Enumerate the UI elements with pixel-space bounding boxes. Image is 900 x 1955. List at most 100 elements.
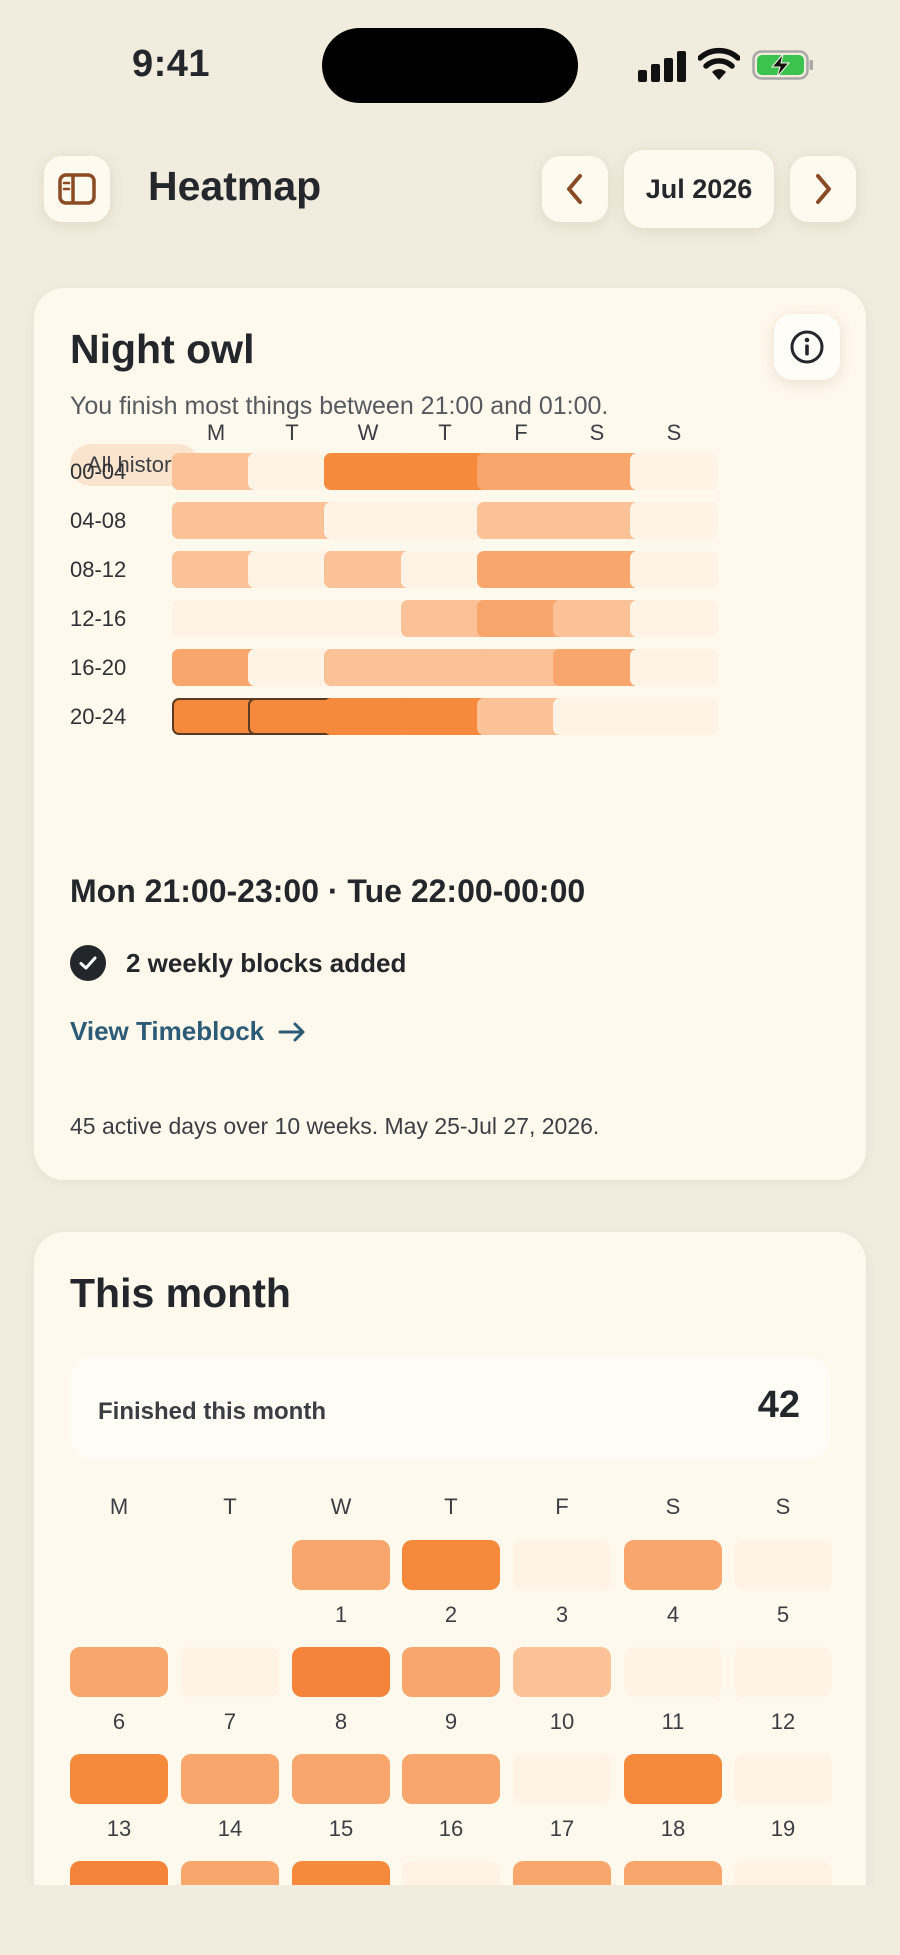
- heatmap-cell[interactable]: [553, 502, 641, 539]
- calendar-day-cell[interactable]: [292, 1540, 390, 1590]
- heatmap-cell[interactable]: [553, 698, 641, 735]
- heatmap-cell[interactable]: [248, 453, 336, 490]
- heatmap-row-label: 04-08: [70, 508, 127, 533]
- chevron-left-icon: [567, 174, 582, 204]
- heatmap-cell[interactable]: [630, 600, 718, 637]
- heatmap-cell[interactable]: [553, 551, 641, 588]
- calendar-day-header: S: [665, 1494, 681, 1519]
- heatmap-cell[interactable]: [553, 600, 641, 637]
- heatmap-cell[interactable]: [630, 551, 718, 588]
- checkmark-icon: [70, 945, 106, 981]
- calendar-day-cell[interactable]: [292, 1754, 390, 1804]
- heatmap-cell[interactable]: [248, 502, 336, 539]
- calendar-day-number: 2: [444, 1602, 458, 1627]
- heatmap-cell[interactable]: [477, 698, 565, 735]
- heatmap-cell[interactable]: [401, 453, 489, 490]
- heatmap-cell[interactable]: [553, 453, 641, 490]
- calendar-day-number: 5: [776, 1602, 790, 1627]
- heatmap-cell[interactable]: [248, 698, 336, 735]
- heatmap-row-label: 20-24: [70, 704, 127, 729]
- sidebar-toggle-button[interactable]: [44, 156, 110, 222]
- heatmap-cell[interactable]: [172, 453, 260, 490]
- calendar-day-cell[interactable]: [734, 1647, 832, 1697]
- heatmap-cell[interactable]: [248, 600, 336, 637]
- calendar-day-number: 11: [661, 1709, 685, 1734]
- heatmap-cell[interactable]: [553, 649, 641, 686]
- next-month-button[interactable]: [790, 156, 856, 222]
- finished-stat-value: 42: [757, 1384, 800, 1426]
- heatmap-cell[interactable]: [248, 551, 336, 588]
- heatmap-cell[interactable]: [324, 649, 412, 686]
- calendar-day-cell[interactable]: [624, 1540, 722, 1590]
- heatmap-cell[interactable]: [401, 551, 489, 588]
- calendar-day-number: 13: [106, 1816, 132, 1841]
- calendar-day-cell[interactable]: [402, 1754, 500, 1804]
- calendar-day-cell[interactable]: [70, 1647, 168, 1697]
- heatmap-cell[interactable]: [172, 698, 260, 735]
- heatmap-cell[interactable]: [324, 698, 412, 735]
- confirmation-row: 2 weekly blocks added: [70, 943, 406, 983]
- calendar-day-cell[interactable]: [624, 1647, 722, 1697]
- heatmap-cell[interactable]: [630, 453, 718, 490]
- heatmap-row-label: 08-12: [70, 557, 127, 582]
- heatmap-cell[interactable]: [477, 649, 565, 686]
- heatmap-cell[interactable]: [630, 649, 718, 686]
- calendar-day-cell[interactable]: [513, 1647, 611, 1697]
- month-selector[interactable]: Jul 2026: [624, 150, 774, 228]
- calendar-day-cell[interactable]: [402, 1647, 500, 1697]
- calendar-day-cell[interactable]: [734, 1540, 832, 1590]
- night-owl-title: Night owl: [70, 326, 255, 372]
- calendar-day-number: 19: [770, 1816, 796, 1841]
- calendar-day-cell[interactable]: [402, 1540, 500, 1590]
- calendar-day-cell[interactable]: [624, 1754, 722, 1804]
- heatmap-cell[interactable]: [172, 502, 260, 539]
- calendar-day-number: 14: [217, 1816, 243, 1841]
- heatmap-cell[interactable]: [477, 551, 565, 588]
- calendar-day-header: T: [444, 1494, 458, 1519]
- calendar-day-cell[interactable]: [70, 1754, 168, 1804]
- calendar-day-number: 6: [112, 1709, 126, 1734]
- heatmap-cell[interactable]: [401, 600, 489, 637]
- heatmap-day-header: S: [589, 420, 605, 445]
- calendar-day-cell[interactable]: [181, 1754, 279, 1804]
- page-bottom: [0, 1885, 900, 1955]
- view-timeblock-link[interactable]: View Timeblock: [70, 1016, 310, 1047]
- heatmap-cell[interactable]: [324, 453, 412, 490]
- heatmap-day-header: W: [357, 420, 379, 445]
- info-button[interactable]: [774, 314, 840, 380]
- heatmap-cell[interactable]: [324, 502, 412, 539]
- heatmap-cell[interactable]: [248, 649, 336, 686]
- calendar-day-cell[interactable]: [734, 1754, 832, 1804]
- heatmap-cell[interactable]: [630, 502, 718, 539]
- heatmap-cell[interactable]: [172, 649, 260, 686]
- heatmap-row-label: 16-20: [70, 655, 127, 680]
- previous-month-button[interactable]: [542, 156, 608, 222]
- calendar-day-cell[interactable]: [513, 1540, 611, 1590]
- cellular-signal-icon: [638, 50, 686, 82]
- calendar-day-header: M: [109, 1494, 129, 1519]
- heatmap-cell[interactable]: [401, 649, 489, 686]
- heatmap-cell[interactable]: [324, 551, 412, 588]
- night-owl-subtitle: You finish most things between 21:00 and…: [70, 392, 609, 420]
- calendar-day-number: 18: [660, 1816, 686, 1841]
- heatmap-cell[interactable]: [172, 551, 260, 588]
- heatmap-cell[interactable]: [477, 600, 565, 637]
- heatmap-cell[interactable]: [172, 600, 260, 637]
- heatmap-cell[interactable]: [401, 502, 489, 539]
- calendar-day-cell[interactable]: [292, 1647, 390, 1697]
- heatmap-cell[interactable]: [477, 453, 565, 490]
- calendar-day-cell[interactable]: [181, 1647, 279, 1697]
- heatmap-cell[interactable]: [477, 502, 565, 539]
- calendar-day-number: 12: [770, 1709, 796, 1734]
- chevron-right-icon: [816, 174, 831, 204]
- calendar-day-cell[interactable]: [513, 1754, 611, 1804]
- heatmap-cell[interactable]: [401, 698, 489, 735]
- calendar-day-header: S: [775, 1494, 791, 1519]
- finished-stat: Finished this month 42: [70, 1356, 830, 1460]
- heatmap-cell[interactable]: [630, 698, 718, 735]
- heatmap-cell[interactable]: [324, 600, 412, 637]
- sidebar-icon: [58, 173, 96, 205]
- view-timeblock-label: View Timeblock: [70, 1016, 265, 1046]
- calendar-day-number: 3: [555, 1602, 569, 1627]
- calendar-day-number: 16: [438, 1816, 464, 1841]
